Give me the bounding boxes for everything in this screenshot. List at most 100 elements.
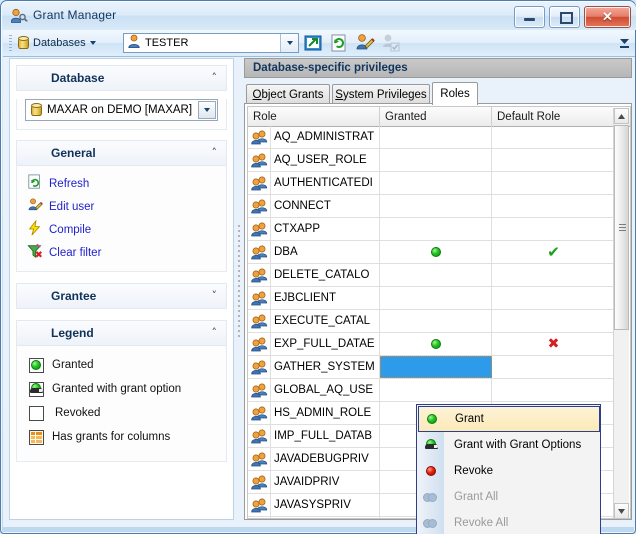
scroll-up-button[interactable] [614, 108, 629, 124]
cell-role[interactable]: AQ_USER_ROLE [270, 149, 380, 171]
table-row[interactable]: GATHER_SYSTEM [248, 356, 615, 379]
maximize-button[interactable] [548, 6, 580, 28]
chevron-down-icon[interactable]: ˅ [212, 290, 218, 301]
cell-granted[interactable] [380, 126, 492, 148]
grid-vertical-scrollbar[interactable] [613, 108, 629, 518]
cell-role[interactable]: DBA [270, 241, 380, 263]
scrollbar-thumb[interactable] [614, 125, 629, 330]
chevron-up-icon[interactable]: ˄ [212, 327, 218, 338]
default-role-check-icon[interactable]: ✔ [547, 245, 560, 260]
title-bar[interactable]: Grant Manager ✕ [2, 2, 636, 30]
cell-role[interactable]: EXECUTE_CATAL [270, 310, 380, 332]
cell-role[interactable]: EJBCLIENT [270, 287, 380, 309]
cell-granted[interactable] [380, 333, 492, 355]
table-row[interactable]: DELETE_CATALO [248, 264, 615, 287]
sidebar-group-header-database[interactable]: Database ˄ [16, 65, 227, 91]
cell-role[interactable]: EXP_FULL_DATAE [270, 333, 380, 355]
sidebar-group-header-grantee[interactable]: Grantee ˅ [16, 283, 227, 309]
cell-default-role[interactable] [492, 126, 615, 148]
cell-role[interactable]: GLOBAL_AQ_USE [270, 379, 380, 401]
cell-default-role[interactable] [492, 218, 615, 240]
table-row[interactable]: EXP_FULL_DATAE ✖ [248, 333, 615, 356]
grid-header-granted[interactable]: Granted [380, 107, 492, 126]
tab-roles[interactable]: Roles [432, 82, 478, 105]
sidebar-group-header-general[interactable]: General ˄ [16, 140, 227, 166]
tab-system-privileges[interactable]: System Privileges [332, 84, 430, 104]
cell-granted[interactable] [380, 172, 492, 194]
cell-role[interactable]: JAVASYSPRIV [270, 494, 380, 516]
cell-default-role[interactable] [492, 195, 615, 217]
sidebar-action-clear-filter[interactable]: Clear filter [17, 241, 226, 264]
cell-granted[interactable] [380, 218, 492, 240]
grid-header-role[interactable]: Role [248, 107, 380, 126]
scroll-down-button[interactable] [614, 503, 629, 518]
table-row[interactable]: AUTHENTICATEDI [248, 172, 615, 195]
table-row[interactable]: GLOBAL_AQ_USE [248, 379, 615, 402]
cell-granted[interactable] [380, 310, 492, 332]
tab-object-grants[interactable]: Object Grants [246, 84, 330, 104]
cell-role[interactable]: GATHER_SYSTEM [270, 356, 380, 378]
chevron-up-icon[interactable]: ˄ [212, 147, 218, 158]
cell-granted[interactable] [380, 149, 492, 171]
granted-dot-icon[interactable] [430, 339, 441, 349]
cell-default-role[interactable]: ✖ [492, 333, 615, 355]
cell-role[interactable]: JAVAUSERPRIV [270, 517, 380, 518]
database-combo[interactable]: MAXAR on DEMO [MAXAR] [25, 99, 218, 121]
cell-role[interactable]: CTXAPP [270, 218, 380, 240]
default-role-cross-icon[interactable]: ✖ [548, 337, 560, 351]
cell-default-role[interactable] [492, 379, 615, 401]
cell-default-role[interactable] [492, 172, 615, 194]
cell-default-role[interactable] [492, 310, 615, 332]
sidebar-action-refresh[interactable]: Refresh [17, 172, 226, 195]
legend-item-label: Has grants for columns [52, 431, 171, 443]
cell-role[interactable]: AQ_ADMINISTRAT [270, 126, 380, 148]
cell-default-role[interactable] [492, 149, 615, 171]
table-row[interactable]: AQ_ADMINISTRAT [248, 126, 615, 149]
cell-default-role[interactable] [492, 356, 615, 378]
cell-default-role[interactable]: ✔ [492, 241, 615, 263]
cell-role[interactable]: CONNECT [270, 195, 380, 217]
user-combo-dropdown[interactable] [280, 34, 298, 52]
context-menu-item-grant[interactable]: Grant [418, 406, 600, 432]
cell-default-role[interactable] [492, 287, 615, 309]
sidebar-splitter[interactable] [237, 225, 242, 337]
cell-role[interactable]: JAVAIDPRIV [270, 471, 380, 493]
table-row[interactable]: EXECUTE_CATAL [248, 310, 615, 333]
chevron-up-icon[interactable]: ˄ [212, 72, 218, 83]
cell-granted[interactable] [380, 287, 492, 309]
sidebar-group-header-legend[interactable]: Legend ˄ [16, 320, 227, 346]
sidebar-action-compile[interactable]: Compile [17, 218, 226, 241]
cell-role[interactable]: IMP_FULL_DATAB [270, 425, 380, 447]
cell-role[interactable]: DELETE_CATALO [270, 264, 380, 286]
cell-granted[interactable] [380, 356, 492, 378]
cell-granted[interactable] [380, 379, 492, 401]
table-row[interactable]: DBA ✔ [248, 241, 615, 264]
context-menu-item-grant-with-grant-options[interactable]: Grant with Grant Options [418, 432, 601, 458]
toolbar-overflow-icon[interactable] [619, 35, 630, 51]
cell-role[interactable]: AUTHENTICATEDI [270, 172, 380, 194]
table-row[interactable]: CTXAPP [248, 218, 615, 241]
user-combo[interactable]: TESTER [123, 33, 299, 53]
table-row[interactable]: EJBCLIENT [248, 287, 615, 310]
context-menu-item-revoke[interactable]: Revoke [418, 458, 601, 484]
minimize-button[interactable] [513, 6, 545, 28]
sidebar-action-edit-user[interactable]: Edit user [17, 195, 226, 218]
grid-header-default-role[interactable]: Default Role [492, 107, 615, 126]
edit-user-icon[interactable] [354, 32, 376, 54]
databases-dropdown-button[interactable]: Databases [16, 33, 100, 53]
cell-role[interactable]: HS_ADMIN_ROLE [270, 402, 380, 424]
toolbar-grip[interactable] [9, 35, 12, 51]
table-row[interactable]: CONNECT [248, 195, 615, 218]
cell-granted[interactable] [380, 195, 492, 217]
cell-granted[interactable] [380, 264, 492, 286]
close-button[interactable]: ✕ [584, 6, 631, 28]
cell-default-role[interactable] [492, 264, 615, 286]
database-combo-dropdown[interactable] [198, 101, 216, 119]
table-row[interactable]: AQ_USER_ROLE [248, 149, 615, 172]
cell-granted[interactable] [380, 241, 492, 263]
role-users-icon [248, 126, 271, 148]
cell-role[interactable]: JAVADEBUGPRIV [270, 448, 380, 470]
granted-dot-icon[interactable] [430, 247, 441, 257]
open-external-icon[interactable] [302, 32, 324, 54]
refresh-icon[interactable] [328, 32, 350, 54]
